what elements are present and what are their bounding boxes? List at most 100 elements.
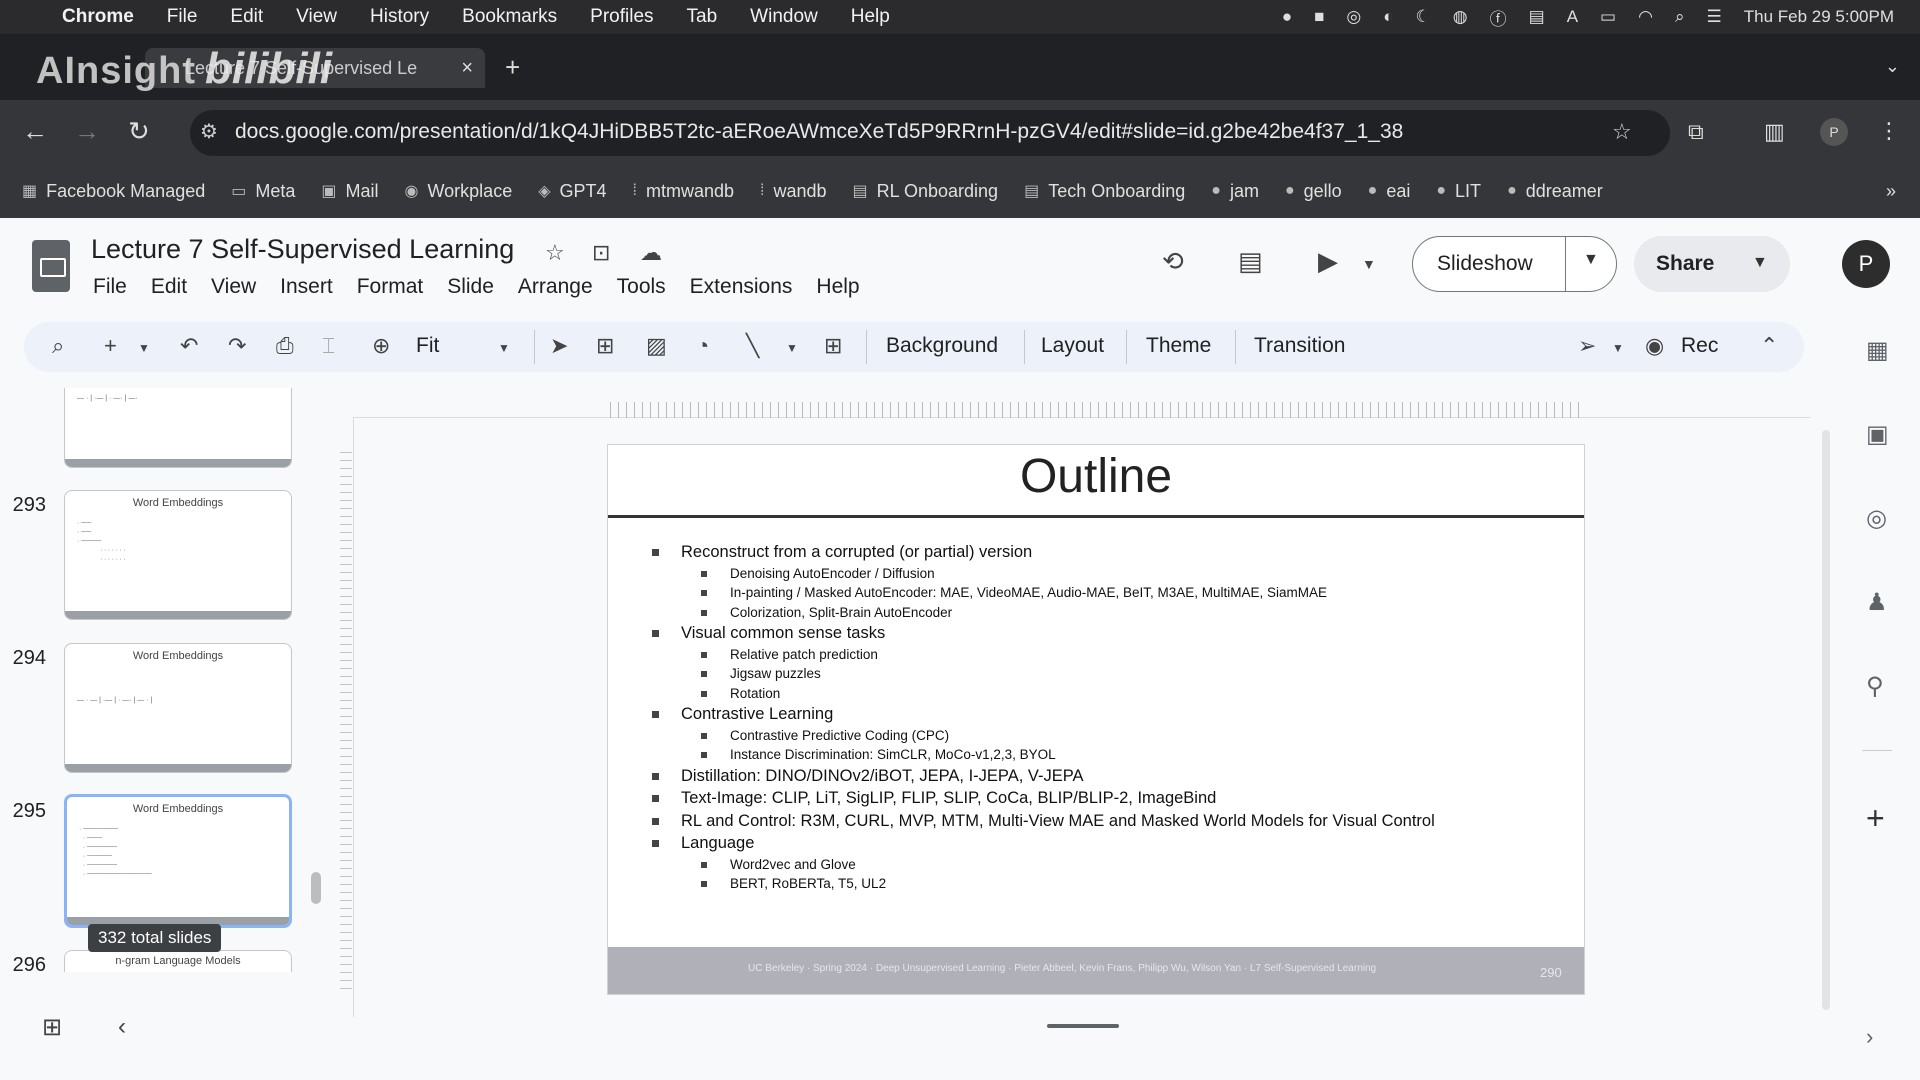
document-title[interactable]: Lecture 7 Self-Supervised Learning — [91, 234, 514, 265]
menu-tools[interactable]: Tools — [617, 275, 666, 299]
chevron-down-icon[interactable]: ▼ — [1362, 256, 1376, 272]
slide-thumbnail[interactable]: ― · | ·― | · ―· | ―· — [64, 388, 292, 468]
menu-slide[interactable]: Slide — [447, 275, 494, 299]
camera-icon[interactable]: ■ — [1314, 7, 1324, 27]
share-button[interactable]: Share ▼ — [1634, 236, 1790, 292]
bookmark-jam[interactable]: ● jam — [1211, 181, 1259, 202]
shape-icon[interactable]: ◔ — [696, 333, 709, 359]
menubar-window[interactable]: Window — [750, 6, 818, 28]
bookmark-facebook-managed[interactable]: ▦ Facebook Managed — [22, 181, 205, 202]
menu-view[interactable]: View — [211, 275, 256, 299]
menu-arrange[interactable]: Arrange — [518, 275, 593, 299]
bookmark-wandb[interactable]: ⁞ wandb — [760, 181, 827, 202]
menubar-view[interactable]: View — [296, 6, 337, 28]
chevron-down-icon[interactable]: ▼ — [1583, 251, 1599, 269]
collapse-filmstrip-icon[interactable]: ‹ — [118, 1013, 126, 1041]
menubar-help[interactable]: Help — [851, 6, 890, 28]
slides-logo-icon[interactable] — [32, 240, 70, 292]
image-icon[interactable]: ▨ — [646, 333, 667, 359]
bookmark-gpt4[interactable]: ◈ GPT4 — [538, 181, 606, 202]
bookmark-mtmwandb[interactable]: ⁞ mtmwandb — [633, 181, 734, 202]
chrome-menu-icon[interactable]: ⋮ — [1878, 118, 1900, 144]
bookmark-star-icon[interactable]: ☆ — [1612, 119, 1632, 145]
menubar-edit[interactable]: Edit — [230, 6, 263, 28]
control-center-icon[interactable]: ☰ — [1706, 7, 1721, 27]
bookmark-gello[interactable]: ● gello — [1285, 181, 1342, 202]
bookmark-meta[interactable]: ▭ Meta — [231, 181, 295, 202]
back-icon[interactable]: ← — [22, 116, 48, 147]
tab-search-chevron-icon[interactable]: ⌄ — [1885, 56, 1900, 77]
new-tab-button[interactable]: + — [505, 52, 520, 83]
zoom-select[interactable]: Fit — [416, 334, 439, 358]
menu-edit[interactable]: Edit — [151, 275, 187, 299]
horizontal-ruler[interactable] — [610, 402, 1585, 418]
search-icon[interactable]: ⌕ — [1675, 7, 1685, 27]
menu-insert[interactable]: Insert — [280, 275, 333, 299]
bookmark-ddreamer[interactable]: ● ddreamer — [1507, 181, 1603, 202]
comments-icon[interactable]: ▤ — [1238, 246, 1263, 277]
move-folder-icon[interactable]: ⊡ — [592, 240, 610, 266]
current-slide[interactable]: Outline Reconstruct from a corrupted (or… — [608, 445, 1584, 994]
menubar-app-name[interactable]: Chrome — [62, 6, 134, 28]
chevron-down-icon[interactable]: ▼ — [498, 341, 510, 355]
menubar-file[interactable]: File — [167, 6, 198, 28]
menubar-history[interactable]: History — [370, 6, 429, 28]
search-menus-icon[interactable]: ⌕ — [52, 333, 64, 359]
input-source-icon[interactable]: A — [1567, 7, 1578, 27]
pointer-icon[interactable]: ➢ — [1578, 333, 1596, 359]
bookmark-eai[interactable]: ● eai — [1368, 181, 1411, 202]
version-history-icon[interactable]: ⟲ — [1162, 246, 1184, 277]
chevron-down-icon[interactable]: ▼ — [786, 341, 798, 355]
grid-view-icon[interactable]: ⊞ — [42, 1013, 62, 1042]
chevron-down-icon[interactable]: ▼ — [1752, 254, 1768, 272]
filmstrip-scrollbar[interactable] — [311, 872, 321, 904]
menubar-bookmarks[interactable]: Bookmarks — [462, 6, 557, 28]
menu-help[interactable]: Help — [816, 275, 859, 299]
slideshow-button[interactable]: Slideshow ▼ — [1412, 236, 1617, 292]
slide-thumbnail[interactable]: n-gram Language Models — [64, 950, 292, 972]
chevron-right-icon[interactable]: › — [1866, 1024, 1873, 1050]
theme-button[interactable]: Theme — [1146, 334, 1211, 358]
bookmark-rl-onboarding[interactable]: ▤ RL Onboarding — [853, 181, 999, 202]
redo-icon[interactable]: ↷ — [228, 333, 246, 359]
profile-avatar-icon[interactable]: P — [1820, 118, 1848, 146]
menubar-tab[interactable]: Tab — [687, 6, 718, 28]
collapse-toolbar-icon[interactable]: ⌃ — [1760, 333, 1778, 359]
select-arrow-icon[interactable]: ➤ — [550, 333, 568, 359]
print-icon[interactable]: ⎙ — [276, 333, 294, 359]
avatar[interactable]: P — [1842, 240, 1890, 288]
battery-icon[interactable]: ▭ — [1600, 7, 1616, 27]
star-icon[interactable]: ☆ — [545, 240, 565, 266]
keyboard-icon[interactable]: ▤ — [1529, 7, 1545, 27]
paint-format-icon[interactable]: ⌶ — [322, 333, 335, 359]
line-icon[interactable]: ╲ — [746, 333, 759, 359]
meet-camera-icon[interactable]: ▶ — [1318, 246, 1338, 277]
wifi-icon[interactable]: ◠ — [1638, 7, 1653, 27]
close-icon[interactable]: × — [461, 57, 473, 80]
moon-icon[interactable]: ☾ — [1416, 7, 1431, 27]
maps-icon[interactable]: ⚲ — [1866, 672, 1884, 701]
forward-icon[interactable]: → — [74, 116, 100, 147]
menubar-clock[interactable]: Thu Feb 29 5:00PM — [1744, 7, 1894, 27]
chevron-down-icon[interactable]: ▼ — [138, 341, 150, 355]
menubar-profiles[interactable]: Profiles — [590, 6, 653, 28]
menu-file[interactable]: File — [93, 275, 127, 299]
transition-button[interactable]: Transition — [1254, 334, 1345, 358]
record-icon[interactable]: ● — [1282, 7, 1292, 27]
bookmark-workplace[interactable]: ◉ Workplace — [405, 181, 513, 202]
extensions-icon[interactable]: ⧉ — [1688, 119, 1704, 145]
zoom-icon[interactable]: ⊕ — [372, 333, 390, 359]
bookmark-tech-onboarding[interactable]: ▤ Tech Onboarding — [1024, 181, 1185, 202]
vertical-ruler[interactable] — [340, 452, 352, 992]
slide-thumbnail-selected[interactable]: Word Embeddings · ─────── · ─── · ──────… — [64, 794, 292, 928]
slide-title[interactable]: Outline — [608, 445, 1584, 504]
menu-extensions[interactable]: Extensions — [690, 275, 793, 299]
speaker-notes-resize-handle[interactable] — [1047, 1024, 1119, 1028]
keep-icon[interactable]: ▣ — [1866, 420, 1889, 449]
bookmark-lit[interactable]: ● LIT — [1436, 181, 1481, 202]
calendar-icon[interactable]: ▦ — [1866, 336, 1889, 365]
canvas-scrollbar[interactable] — [1822, 430, 1830, 1010]
rec-button[interactable]: Rec — [1681, 334, 1718, 358]
undo-icon[interactable]: ↶ — [180, 333, 198, 359]
add-comment-icon[interactable]: ⊞ — [824, 333, 842, 359]
